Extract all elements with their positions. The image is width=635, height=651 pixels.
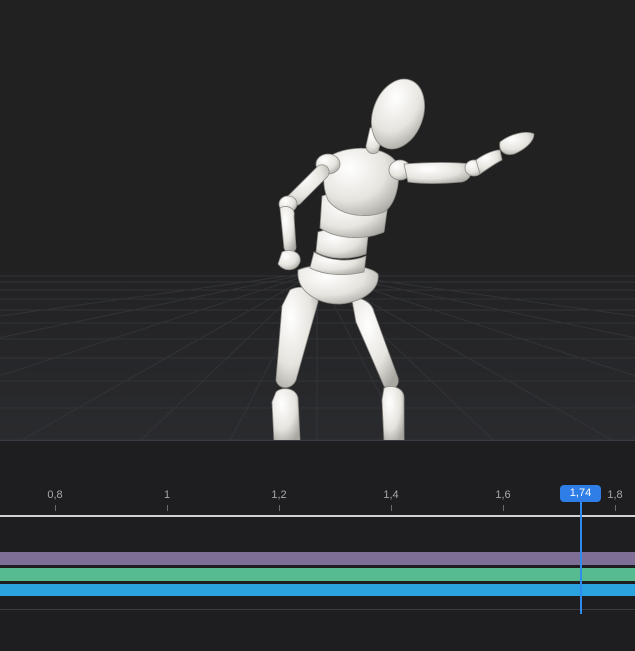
tick-mark [615,505,616,511]
tick-label: 1,6 [495,489,511,501]
green-track[interactable] [0,568,635,581]
3d-viewport[interactable] [0,0,635,441]
tick-mark [55,505,56,511]
track-separator [0,609,635,610]
tick-label: 0,8 [47,489,63,501]
tick-mark [167,505,168,511]
time-ruler[interactable]: 0,8 1 1,2 1,4 1,6 1,8 [0,481,635,511]
playhead-time-badge[interactable]: 1,74 [560,485,601,502]
tick-mark [391,505,392,511]
purple-track[interactable] [0,552,635,565]
scene-render [0,78,635,441]
tick-mark [503,505,504,511]
tick-label: 1,4 [383,489,399,501]
tick-label: 1 [163,489,171,501]
tick-label: 1,2 [271,489,287,501]
blue-track[interactable] [0,584,635,596]
animation-timeline[interactable]: 0,8 1 1,2 1,4 1,6 1,8 1,74 [0,441,635,651]
tick-mark [279,505,280,511]
tick-label: 1,8 [607,489,623,501]
timeline-top-line [0,515,635,517]
playhead-line[interactable] [580,501,582,614]
